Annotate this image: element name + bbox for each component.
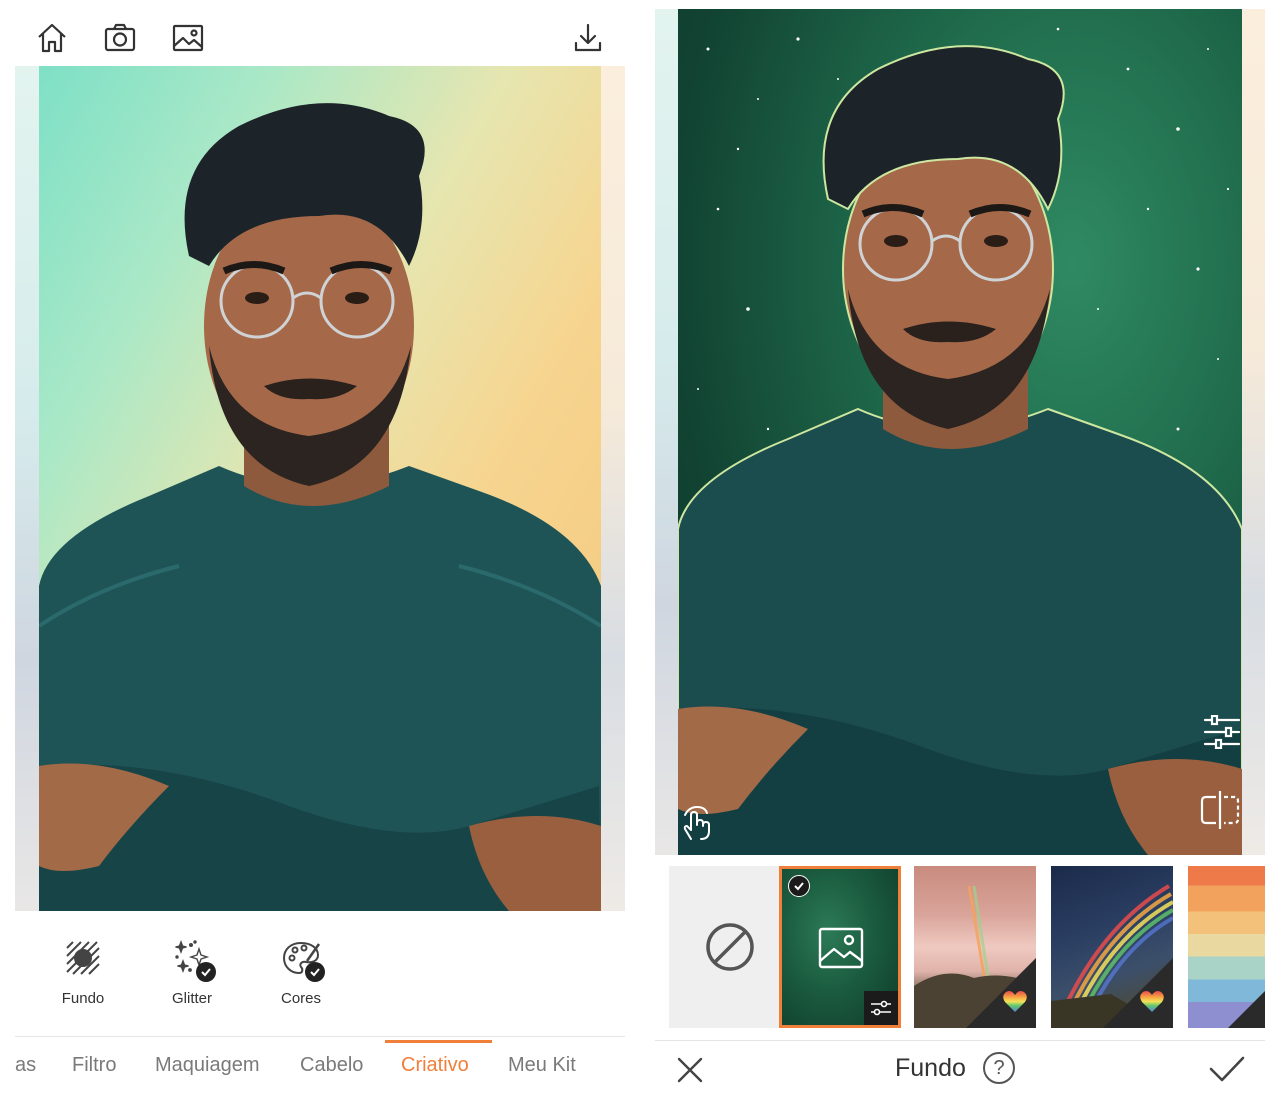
confirm-check-icon[interactable] (1207, 1051, 1247, 1087)
active-tab-indicator (385, 1040, 492, 1043)
sliders-icon[interactable] (1200, 712, 1244, 752)
thumbnail-pastel-stripes[interactable] (1188, 866, 1265, 1028)
selected-check-icon (788, 875, 810, 897)
rainbow-heart-icon (1139, 990, 1165, 1018)
tab-partial[interactable]: as (15, 1054, 36, 1077)
tab-maquiagem[interactable]: Maquiagem (155, 1054, 260, 1077)
rainbow-heart-icon (1002, 990, 1028, 1018)
photo-border-left (15, 66, 39, 911)
camera-icon[interactable] (102, 20, 138, 56)
photo-border-left (655, 9, 678, 855)
tab-filtro[interactable]: Filtro (72, 1054, 116, 1077)
tool-bar: Fundo Glitter Cores (0, 936, 640, 1016)
photo-border-right (1242, 9, 1265, 855)
no-entry-icon (706, 923, 754, 971)
tool-fundo[interactable]: Fundo (38, 936, 128, 1016)
thumbnail-none[interactable] (669, 866, 791, 1028)
divider (15, 1036, 625, 1037)
photo-canvas[interactable] (15, 66, 625, 911)
checked-badge-icon (305, 962, 325, 982)
tab-criativo[interactable]: Criativo (401, 1054, 469, 1077)
close-icon[interactable] (673, 1053, 707, 1087)
home-icon[interactable] (34, 20, 70, 56)
background-picker (655, 866, 1265, 1030)
portrait-photo-green-background (678, 9, 1242, 855)
tool-label: Glitter (171, 990, 212, 1007)
gallery-icon[interactable] (170, 20, 206, 56)
thumbnail-sunset-rainbow[interactable] (914, 866, 1036, 1028)
checked-badge-icon (196, 962, 216, 982)
tab-cabelo[interactable]: Cabelo (300, 1054, 363, 1077)
tool-label: Fundo (61, 990, 105, 1007)
portrait-photo (39, 66, 601, 911)
tab-meu-kit[interactable]: Meu Kit (508, 1054, 576, 1077)
thumbnail-custom-image[interactable] (779, 866, 901, 1028)
premium-corner (1228, 988, 1265, 1028)
tool-label: Cores (280, 990, 321, 1007)
thumbnail-night-rainbow[interactable] (1051, 866, 1173, 1028)
left-screen: Fundo Glitter Cores as Filtro Maquiagem … (0, 0, 640, 1096)
help-button[interactable]: ? (983, 1052, 1015, 1084)
compare-icon[interactable] (1196, 787, 1244, 833)
photo-border-right (601, 66, 625, 911)
palette-icon (279, 936, 325, 982)
tool-glitter[interactable]: Glitter (147, 936, 237, 1016)
photo-canvas[interactable] (655, 9, 1265, 855)
category-tabs: as Filtro Maquiagem Cabelo Criativo Meu … (15, 1040, 625, 1096)
panel-title: Fundo (895, 1054, 966, 1082)
tool-cores[interactable]: Cores (256, 936, 346, 1016)
adjust-icon[interactable] (864, 991, 898, 1025)
image-icon (818, 927, 864, 974)
background-icon (61, 936, 105, 980)
touch-icon[interactable] (677, 804, 721, 844)
download-icon[interactable] (570, 20, 606, 56)
bottom-bar: Fundo ? (655, 1041, 1265, 1096)
glitter-icon (170, 936, 216, 982)
right-screen: Fundo ? (640, 0, 1280, 1096)
